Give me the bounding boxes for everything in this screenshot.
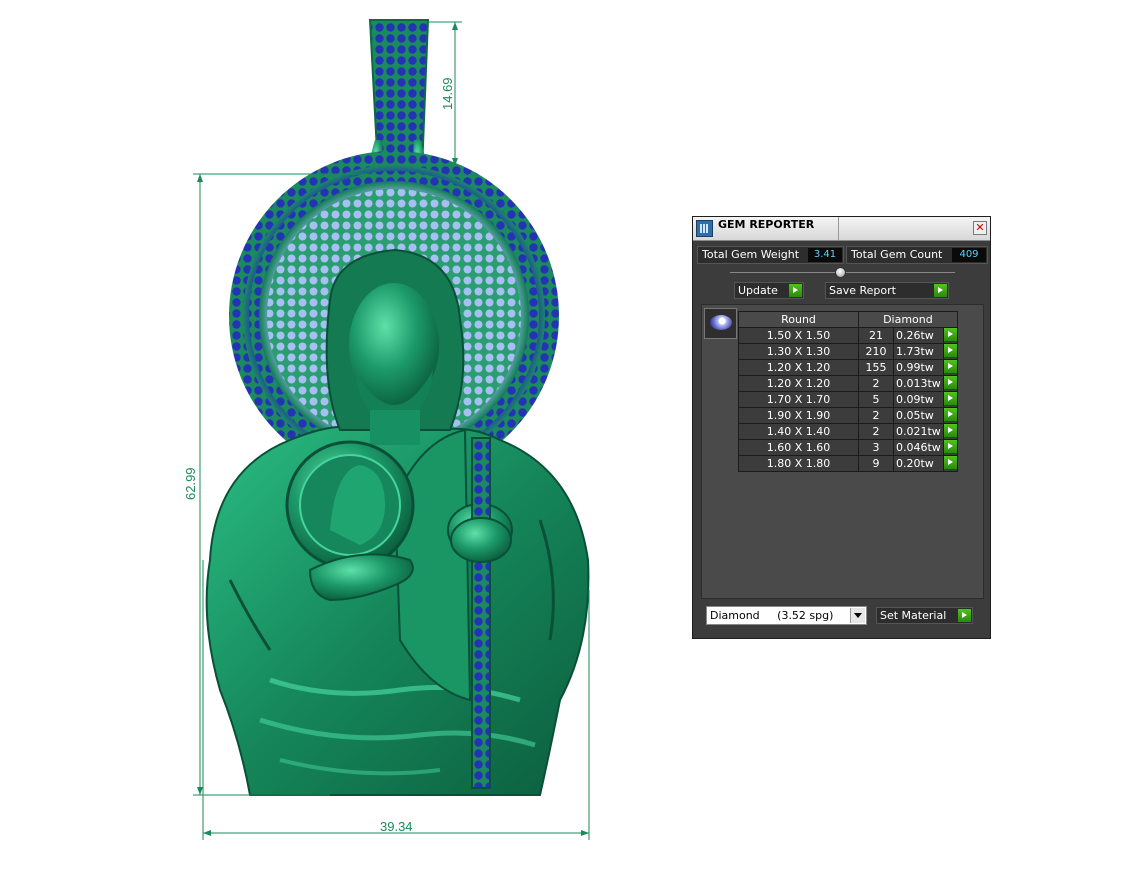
gem-count: 210 bbox=[858, 343, 894, 360]
close-button[interactable]: ✕ bbox=[973, 221, 987, 235]
column-header-shape: Round bbox=[738, 311, 859, 328]
gem-count: 5 bbox=[858, 391, 894, 408]
set-material-label: Set Material bbox=[880, 609, 947, 622]
table-row: 1.60 X 1.60 3 0.046tw bbox=[738, 439, 958, 456]
gem-weight: 0.046tw bbox=[893, 439, 944, 456]
gem-size: 1.30 X 1.30 bbox=[738, 343, 859, 360]
select-row-button[interactable] bbox=[942, 439, 958, 456]
select-row-button[interactable] bbox=[942, 359, 958, 376]
gem-weight: 0.20tw bbox=[893, 455, 944, 472]
gem-weight: 0.09tw bbox=[893, 391, 944, 408]
bail-height-label: 14.69 bbox=[440, 77, 455, 110]
select-row-button[interactable] bbox=[942, 375, 958, 392]
table-row: 1.70 X 1.70 5 0.09tw bbox=[738, 391, 958, 408]
gem-reporter-window[interactable]: GEM REPORTER ✕ Total Gem Weight 3.41 Tot… bbox=[692, 216, 991, 639]
total-weight-value: 3.41 bbox=[808, 248, 842, 262]
gem-weight: 0.26tw bbox=[893, 327, 944, 344]
select-row-button[interactable] bbox=[942, 423, 958, 440]
set-material-button[interactable]: Set Material bbox=[876, 607, 973, 624]
gem-count: 9 bbox=[858, 455, 894, 472]
table-row: 1.80 X 1.80 9 0.20tw bbox=[738, 455, 958, 472]
play-arrow-icon bbox=[943, 376, 957, 389]
select-row-button[interactable] bbox=[942, 455, 958, 472]
play-arrow-icon bbox=[789, 284, 802, 297]
gem-count: 3 bbox=[858, 439, 894, 456]
gem-size: 1.20 X 1.20 bbox=[738, 359, 859, 376]
slider-handle[interactable] bbox=[835, 267, 846, 278]
play-arrow-icon bbox=[943, 408, 957, 421]
total-count-label: Total Gem Count bbox=[851, 248, 943, 261]
window-title: GEM REPORTER bbox=[718, 218, 815, 231]
column-header-material: Diamond bbox=[858, 311, 958, 328]
play-arrow-icon bbox=[958, 609, 971, 622]
gem-count: 2 bbox=[858, 423, 894, 440]
title-divider bbox=[838, 217, 839, 240]
update-button[interactable]: Update bbox=[734, 282, 804, 299]
select-row-button[interactable] bbox=[942, 391, 958, 408]
table-header-row: Round Diamond bbox=[738, 311, 958, 328]
gem-weight: 0.99tw bbox=[893, 359, 944, 376]
play-arrow-icon bbox=[943, 344, 957, 357]
chevron-down-icon[interactable] bbox=[850, 608, 865, 623]
gem-size: 1.20 X 1.20 bbox=[738, 375, 859, 392]
play-arrow-icon bbox=[943, 328, 957, 341]
gem-size: 1.60 X 1.60 bbox=[738, 439, 859, 456]
table-row: 1.90 X 1.90 2 0.05tw bbox=[738, 407, 958, 424]
title-bar[interactable]: GEM REPORTER ✕ bbox=[693, 217, 990, 241]
select-row-button[interactable] bbox=[942, 327, 958, 344]
material-dropdown[interactable]: Diamond (3.52 spg) bbox=[706, 606, 867, 625]
gem-weight: 1.73tw bbox=[893, 343, 944, 360]
material-selected-value: Diamond (3.52 spg) bbox=[710, 609, 834, 622]
gem-weight: 0.05tw bbox=[893, 407, 944, 424]
gem-count: 155 bbox=[858, 359, 894, 376]
play-arrow-icon bbox=[943, 440, 957, 453]
gem-table: Round Diamond 1.50 X 1.50 21 0.26tw 1.30… bbox=[738, 311, 958, 472]
table-row: 1.40 X 1.40 2 0.021tw bbox=[738, 423, 958, 440]
table-row: 1.20 X 1.20 2 0.013tw bbox=[738, 375, 958, 392]
save-report-button[interactable]: Save Report bbox=[825, 282, 949, 299]
gem-reporter-app-icon bbox=[696, 220, 713, 237]
select-row-button[interactable] bbox=[942, 407, 958, 424]
gem-size: 1.70 X 1.70 bbox=[738, 391, 859, 408]
gem-weight: 0.021tw bbox=[893, 423, 944, 440]
play-arrow-icon bbox=[934, 284, 947, 297]
gem-report-panel: Round Diamond 1.50 X 1.50 21 0.26tw 1.30… bbox=[701, 304, 984, 599]
play-arrow-icon bbox=[943, 360, 957, 373]
gem-count: 21 bbox=[858, 327, 894, 344]
table-row: 1.20 X 1.20 155 0.99tw bbox=[738, 359, 958, 376]
pendant-height-label: 62.99 bbox=[183, 467, 198, 500]
table-row: 1.50 X 1.50 21 0.26tw bbox=[738, 327, 958, 344]
play-arrow-icon bbox=[943, 424, 957, 437]
gem-size: 1.50 X 1.50 bbox=[738, 327, 859, 344]
select-row-button[interactable] bbox=[942, 343, 958, 360]
save-report-label: Save Report bbox=[829, 284, 896, 297]
gem-size: 1.90 X 1.90 bbox=[738, 407, 859, 424]
gem-count: 2 bbox=[858, 407, 894, 424]
play-arrow-icon bbox=[943, 456, 957, 469]
gem-count: 2 bbox=[858, 375, 894, 392]
gem-size: 1.80 X 1.80 bbox=[738, 455, 859, 472]
play-arrow-icon bbox=[943, 392, 957, 405]
gem-weight: 0.013tw bbox=[893, 375, 944, 392]
total-weight-label: Total Gem Weight bbox=[702, 248, 800, 261]
pendant-width-label: 39.34 bbox=[380, 819, 413, 834]
round-gem-icon[interactable] bbox=[704, 308, 737, 339]
gem-size: 1.40 X 1.40 bbox=[738, 423, 859, 440]
update-label: Update bbox=[738, 284, 778, 297]
total-count-value: 409 bbox=[952, 248, 986, 262]
table-row: 1.30 X 1.30 210 1.73tw bbox=[738, 343, 958, 360]
